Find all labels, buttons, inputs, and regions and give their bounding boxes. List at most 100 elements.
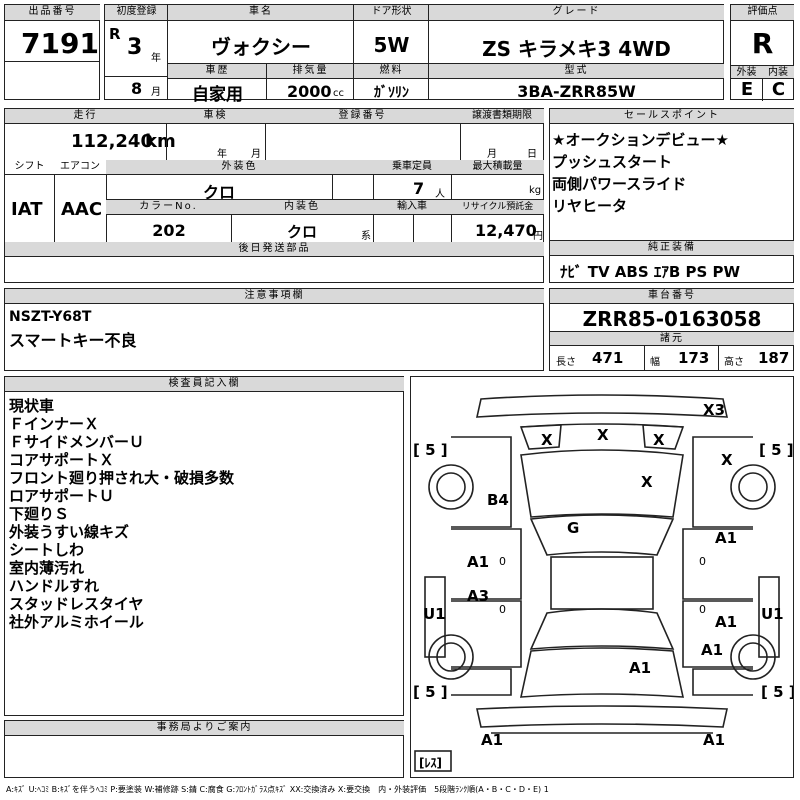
recycle-value: 12,470 — [475, 221, 537, 240]
model-value: 3BA-ZRR85W — [517, 82, 636, 101]
reg-month-cell: 8 月 — [104, 63, 168, 100]
capacity-unit: 人 — [435, 189, 445, 200]
later-parts-label: 後日発送部品 — [5, 242, 544, 257]
color-no-value: 202 — [152, 221, 186, 240]
inspection-label: 車検 — [166, 109, 266, 124]
tire-rl: [ 5 ] — [413, 683, 448, 701]
model-cell: 型式 3BA-ZRR85W — [428, 63, 724, 101]
first-reg-label: 初度登録 — [105, 5, 168, 21]
inspector-line: 社外アルミホイール — [9, 613, 144, 631]
sales-points-label: セールスポイント — [550, 109, 794, 124]
transfer-day-unit: 日 — [527, 149, 537, 160]
mileage-unit: km — [145, 131, 176, 152]
inspector-line: ロアサポートＵ — [9, 487, 115, 505]
inspector-line: ＦサイドメンバーＵ — [9, 433, 145, 451]
era-value: R — [109, 25, 121, 43]
grade-cell: グレード ZS キラメキ3 4WD — [428, 4, 724, 64]
grade-value: ZS キラメキ3 4WD — [482, 37, 671, 61]
mileage-value: 112,240 — [71, 131, 153, 152]
chassis-label: 車台番号 — [550, 289, 794, 304]
notes-label: 注意事項欄 — [5, 289, 544, 304]
spacer — [105, 63, 168, 77]
mark-zero: 0 — [699, 603, 706, 616]
ac-value: AAC — [61, 199, 103, 220]
mark-rear-r: A1 — [703, 731, 725, 749]
inspection-month-unit: 月 — [251, 149, 261, 160]
mark-hood: X — [641, 473, 653, 491]
transfer-label: 譲渡書類期限 — [460, 109, 544, 124]
inspector-line: 室内薄汚れ — [9, 559, 85, 577]
tire-fr: [ 5 ] — [759, 441, 793, 459]
displacement-value: 2000 — [287, 82, 332, 101]
lot-label: 出品番号 — [5, 5, 100, 21]
recycle-label: リサイクル預託金 — [451, 200, 544, 215]
mark-zero: 0 — [499, 603, 506, 616]
notes-line: NSZT-Y68T — [9, 309, 92, 325]
capacity-value: 7 — [413, 179, 425, 198]
mark-roof: A1 — [629, 659, 651, 677]
height-label: 高さ — [724, 357, 744, 368]
sales-point-item: 両側パワースライド — [552, 175, 687, 193]
int-value: C — [771, 79, 786, 100]
mark-fender-l: B4 — [487, 491, 509, 509]
history-label: 車歴 — [168, 64, 267, 79]
width-value: 173 — [678, 349, 710, 367]
grade-label: グレード — [429, 5, 724, 21]
car-name-cell: 車名 ヴォクシー — [167, 4, 354, 64]
length-value: 471 — [592, 349, 624, 367]
inspector-line: スタッドレスタイヤ — [9, 595, 144, 613]
inspector-line: 外装うすい線キズ — [9, 523, 130, 541]
sales-point-item: リヤヒータ — [552, 197, 628, 215]
inspection-year-unit: 年 — [217, 149, 227, 160]
mileage-label: 走行 — [5, 109, 167, 124]
mark-sill-r: U1 — [761, 605, 784, 623]
legend-text: A:ｷｽﾞ U:ﾍｺﾐ B:ｷｽﾞを伴うﾍｺﾐ P:要塗装 W:補修跡 S:錆 … — [6, 785, 549, 794]
fuel-cell: 燃料 ｶﾞｿﾘﾝ — [353, 63, 429, 101]
year-value: 3 — [127, 35, 143, 60]
transfer-month-unit: 月 — [487, 149, 497, 160]
shift-value: IAT — [11, 199, 43, 220]
mark-sill-l: U1 — [423, 605, 446, 623]
ext-value: E — [740, 79, 754, 100]
mark-bumper-front: X3 — [703, 401, 725, 419]
score-cell: 評価点 R 外装 内装 E C — [730, 4, 794, 101]
equipment-value: ﾅﾋﾞ TV ABS ｴｱB PS PW — [560, 263, 741, 281]
info-block: 走行 車検 登録番号 譲渡書類期限 112,240 km 年 月 月 日 シフト… — [4, 108, 544, 283]
shift-label: シフト — [5, 160, 55, 175]
mark-fender-r: X — [721, 451, 733, 469]
load-label: 最大積載量 — [451, 160, 544, 175]
inspector-list: 現状車 ＦインナーＸ ＦサイドメンバーＵ コアサポートＸ フロント廻り押され大・… — [9, 397, 234, 631]
color-no-label: カラーNo. — [106, 200, 232, 215]
sales-points-list: ★オークションデビュー★ プッシュスタート 両側パワースライド リヤヒータ — [552, 131, 729, 215]
office-label: 事務局よりご案内 — [5, 721, 404, 736]
tire-spare: [ﾚｽ] — [419, 756, 442, 770]
ac-label: エアコン — [54, 160, 107, 175]
notes-block: 注意事項欄 NSZT-Y68T スマートキー不良 — [4, 288, 544, 371]
displacement-unit: cc — [333, 88, 344, 99]
mark-door-rl: A3 — [467, 587, 489, 605]
dims-label: 諸元 — [550, 331, 794, 346]
inspector-line: シートしわ — [9, 541, 85, 559]
car-name-value: ヴォクシー — [211, 35, 311, 59]
history-value: 自家用 — [192, 85, 243, 105]
inspector-line: ＦインナーＸ — [9, 415, 100, 433]
mark-zero: 0 — [499, 555, 506, 568]
inspector-line: ハンドルすれ — [9, 577, 100, 595]
color-label: 外装色 — [106, 160, 374, 175]
inspector-block: 検査員記入欄 現状車 ＦインナーＸ ＦサイドメンバーＵ コアサポートＸ フロント… — [4, 376, 404, 716]
fuel-value: ｶﾞｿﾘﾝ — [374, 85, 409, 101]
door-value: 5W — [373, 33, 410, 57]
lot-cell: 出品番号 7191 — [4, 4, 100, 100]
displacement-cell: 排気量 2000 cc — [266, 63, 354, 101]
tire-fl: [ 5 ] — [413, 441, 448, 459]
tire-rr: [ 5 ] — [761, 683, 793, 701]
displacement-label: 排気量 — [267, 64, 354, 79]
sales-points-block: セールスポイント ★オークションデビュー★ プッシュスタート 両側パワースライド… — [549, 108, 794, 241]
header-block: 出品番号 7191 初度登録 R 3 年 8 月 車名 ヴォクシー ドア形状 5… — [4, 4, 794, 105]
mark-rear-l: A1 — [481, 731, 503, 749]
lot-number: 7191 — [21, 27, 99, 60]
inspector-line: コアサポートＸ — [9, 451, 115, 469]
first-reg-cell: 初度登録 R 3 年 — [104, 4, 168, 64]
fuel-label: 燃料 — [354, 64, 429, 79]
car-outline: [ 5 ] [ 5 ] [ 5 ] [ 5 ] [ﾚｽ] X3 X X X X … — [413, 394, 793, 772]
